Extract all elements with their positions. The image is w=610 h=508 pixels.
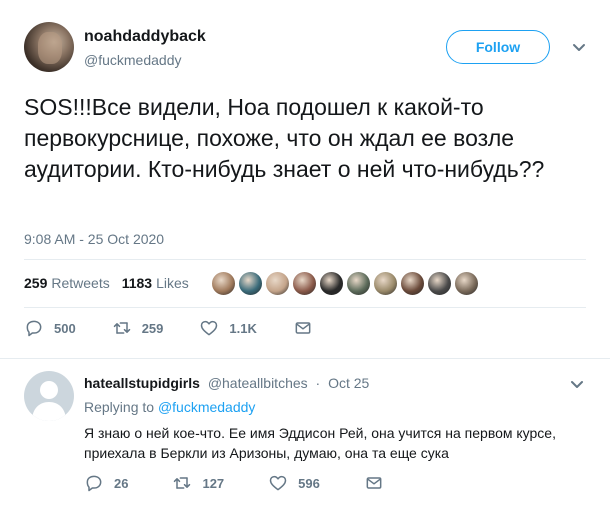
like-count: 1183 — [121, 275, 153, 291]
like-action[interactable]: 596 — [268, 473, 320, 493]
reply-display-name[interactable]: hateallstupidgirls — [84, 375, 200, 391]
reply-handle[interactable]: @hateallbitches — [208, 375, 308, 391]
liker-avatar[interactable] — [237, 270, 263, 296]
reply-retweet-count: 127 — [202, 475, 225, 491]
chevron-down-icon[interactable] — [570, 377, 584, 391]
liker-avatar[interactable] — [345, 270, 371, 296]
liker-avatar[interactable] — [264, 270, 290, 296]
reply-icon — [86, 475, 102, 492]
user-silhouette-icon — [32, 381, 66, 421]
liker-avatar[interactable] — [426, 270, 452, 296]
follow-button[interactable]: Follow — [446, 30, 550, 64]
reply-count: 500 — [54, 320, 76, 336]
reply-text: Я знаю о ней кое-что. Ее имя Эддисон Рей… — [84, 425, 556, 461]
retweet-action-count: 259 — [141, 320, 164, 336]
retweet-action[interactable]: 259 — [112, 318, 164, 338]
retweet-icon — [174, 477, 191, 489]
envelope-icon — [295, 322, 311, 334]
reply-action[interactable]: 26 — [84, 473, 128, 493]
like-label: Likes — [156, 275, 189, 291]
tweet-actions: 500 259 1.1K — [24, 318, 359, 338]
envelope-icon — [366, 477, 382, 489]
tweet-stats: 259 Retweets 1183 Likes — [24, 265, 586, 301]
like-stat[interactable]: 1183 Likes — [122, 275, 189, 291]
liker-avatar[interactable] — [318, 270, 344, 296]
separator-dot: · — [315, 375, 321, 391]
retweet-action[interactable]: 127 — [172, 473, 224, 493]
display-name[interactable]: noahdaddyback — [84, 28, 206, 46]
user-handle[interactable]: @fuckmedaddy — [84, 52, 181, 68]
divider — [24, 259, 586, 260]
reply-date[interactable]: Oct 25 — [328, 375, 369, 391]
liker-avatar[interactable] — [453, 270, 479, 296]
liker-avatar[interactable] — [399, 270, 425, 296]
reply-like-count: 596 — [298, 475, 320, 491]
liker-avatar[interactable] — [372, 270, 398, 296]
replying-to-link[interactable]: @fuckmedaddy — [158, 399, 255, 415]
reply-action[interactable]: 500 — [24, 318, 76, 338]
chevron-down-icon[interactable] — [572, 40, 586, 54]
reply-actions: 26 127 596 — [84, 473, 438, 493]
heart-icon — [201, 320, 218, 336]
heart-icon — [269, 475, 287, 491]
default-avatar-icon[interactable] — [24, 371, 74, 421]
retweet-label: Retweets — [51, 275, 110, 291]
reply-icon — [26, 320, 42, 337]
message-action[interactable] — [364, 473, 394, 493]
replying-prefix: Replying to — [84, 399, 155, 415]
tweet-header: noahdaddyback @fuckmedaddy Follow — [24, 22, 586, 74]
avatar[interactable] — [24, 22, 74, 72]
tweet-text: SOS!!!Все видели, Ноа подошел к какой-то… — [24, 94, 545, 182]
message-action[interactable] — [293, 318, 323, 338]
like-action[interactable]: 1.1K — [199, 318, 257, 338]
reply-tweet[interactable]: hateallstupidgirls @hateallbitches · Oct… — [0, 358, 610, 508]
liker-avatars — [210, 270, 481, 296]
tweet-timestamp[interactable]: 9:08 AM - 25 Oct 2020 — [24, 231, 164, 247]
like-action-count: 1.1K — [229, 320, 257, 336]
reply-header: hateallstupidgirls @hateallbitches · Oct… — [84, 375, 369, 391]
liker-avatar[interactable] — [210, 270, 236, 296]
retweet-count: 259 — [24, 275, 48, 291]
reply-reply-count: 26 — [114, 475, 129, 491]
retweet-icon — [113, 322, 130, 334]
retweet-stat[interactable]: 259 Retweets — [24, 275, 110, 291]
divider — [24, 307, 586, 308]
replying-to: Replying to @fuckmedaddy — [84, 399, 255, 415]
liker-avatar[interactable] — [291, 270, 317, 296]
